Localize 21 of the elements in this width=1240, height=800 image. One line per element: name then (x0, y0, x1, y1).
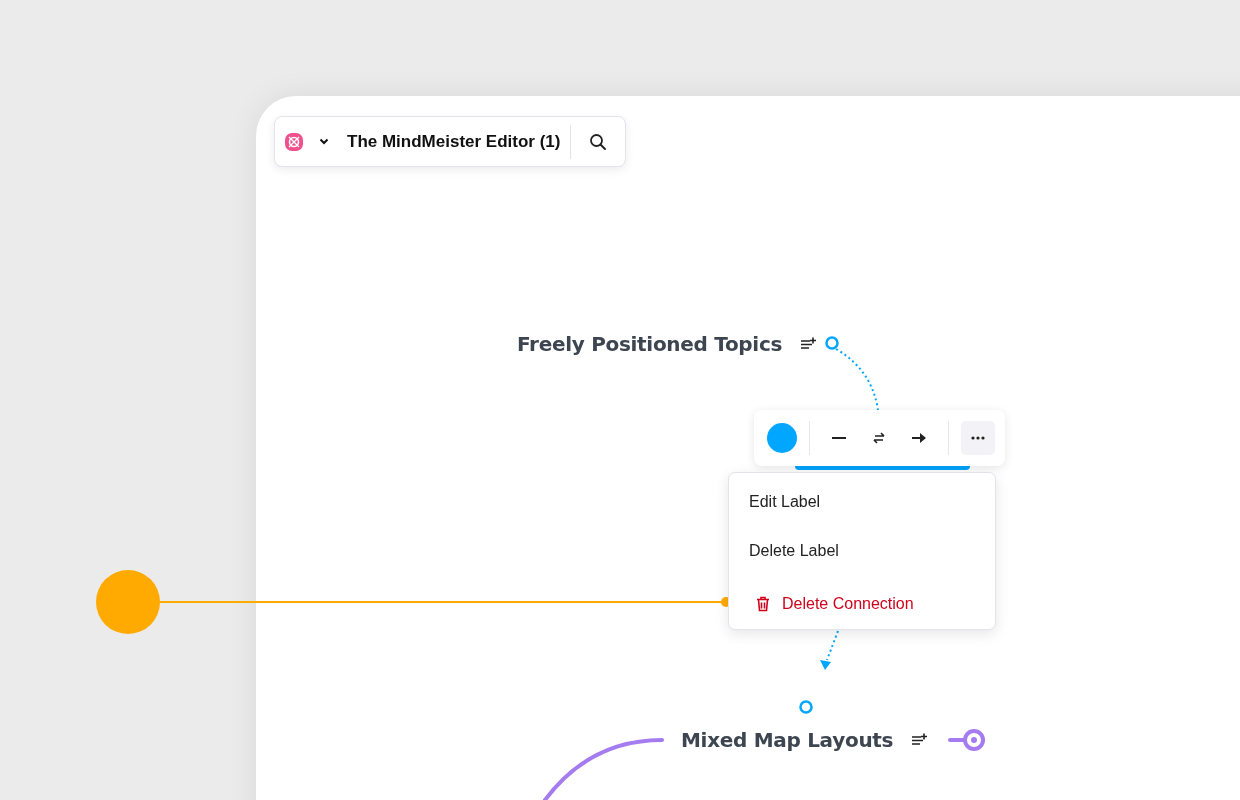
topic-text[interactable]: Freely Positioned Topics (517, 332, 783, 356)
more-icon (971, 436, 985, 440)
topic-text[interactable]: Mixed Map Layouts (681, 728, 894, 752)
logo-icon (285, 132, 303, 151)
arrow-connection-line[interactable] (820, 630, 839, 670)
trash-icon (756, 596, 770, 612)
menu-item[interactable]: Edit Label (734, 479, 990, 525)
connection-handle[interactable] (799, 700, 813, 714)
menu-item[interactable]: Delete Connection (734, 579, 990, 629)
add-note-icon[interactable] (800, 337, 817, 351)
color-swatch[interactable] (767, 423, 797, 453)
chevron-down-icon[interactable] (319, 138, 329, 145)
line-icon (831, 436, 847, 440)
arrow-icon (911, 432, 927, 444)
branch-handle[interactable] (948, 729, 985, 751)
swap-icon (872, 431, 886, 445)
menu-item[interactable]: Delete Label (734, 525, 990, 577)
connection-handle[interactable] (825, 336, 839, 350)
add-note-icon[interactable] (911, 733, 928, 747)
search-icon[interactable] (589, 132, 608, 151)
more-button[interactable] (961, 421, 995, 455)
